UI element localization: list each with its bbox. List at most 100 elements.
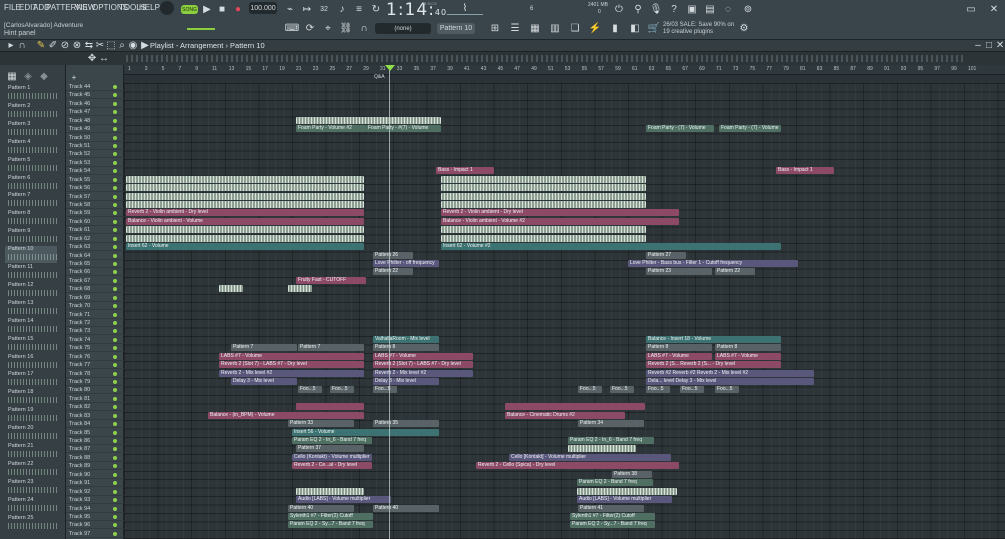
pattern-item[interactable]: Pattern 10 <box>5 246 57 264</box>
track-mute-led[interactable] <box>113 211 117 216</box>
playlist-clip[interactable] <box>296 116 441 124</box>
playlist-clip[interactable] <box>126 192 364 200</box>
track-mute-led[interactable] <box>113 354 117 359</box>
track-mute-led[interactable] <box>113 455 117 460</box>
playlist-clip[interactable]: Foam Party - #(7) - Volume <box>366 125 441 133</box>
main-pitch-slider[interactable] <box>187 28 215 30</box>
browser-icon[interactable]: ❏ <box>568 22 582 34</box>
track-mute-led[interactable] <box>113 380 117 385</box>
playlist-clip[interactable]: Insert 56 - Volume <box>292 428 439 436</box>
picker-pattern-icon[interactable]: ◈ <box>22 71 34 82</box>
wait-input-icon[interactable]: ↦ <box>300 3 314 15</box>
playlist-maximize-icon[interactable]: □ <box>985 40 993 51</box>
track-mute-led[interactable] <box>113 396 117 401</box>
playlist-clip[interactable]: Param EQ 2 - In_6 - Band 7 freq <box>568 437 654 445</box>
track-mute-led[interactable] <box>113 447 117 452</box>
save-icon[interactable]: ▣ <box>686 3 698 15</box>
snap-select[interactable]: (none) <box>375 23 431 34</box>
playlist-clip[interactable]: Sylenth1 #7 - Filter(2) Cutoff <box>288 512 373 520</box>
delete-tool-icon[interactable]: ⊘ <box>60 40 70 51</box>
news-settings-icon[interactable]: ⚙ <box>737 22 751 34</box>
pattern-item[interactable]: Pattern 7 <box>5 192 57 209</box>
playlist-close-icon[interactable]: ✕ <box>996 40 1004 51</box>
playlist-clip[interactable]: Pattern 23 <box>646 268 712 276</box>
menu-help[interactable]: HELP <box>139 3 160 12</box>
track-header[interactable]: Track 77 <box>66 361 124 370</box>
track-header[interactable]: Track 49 <box>66 125 124 134</box>
playlist-clip[interactable]: Param EQ 2 - Sy...7 - Band 7 freq <box>288 521 373 529</box>
arrangement-overview[interactable]: ✥ ↔ <box>0 52 1005 65</box>
track-header[interactable]: Track 96 <box>66 521 124 530</box>
playlist-clip[interactable] <box>441 226 646 234</box>
pattern-item[interactable]: Pattern 1 <box>5 85 57 102</box>
paint-tool-icon[interactable]: ✐ <box>48 40 58 51</box>
loop-record-icon[interactable]: ↻ <box>369 3 383 15</box>
track-mute-led[interactable] <box>113 405 117 410</box>
track-header[interactable]: Track 67 <box>66 277 124 285</box>
track-header[interactable]: Track 65 <box>66 260 124 269</box>
pattern-item[interactable]: Pattern 17 <box>5 371 57 388</box>
track-mute-led[interactable] <box>113 135 117 140</box>
track-mute-led[interactable] <box>113 219 117 224</box>
track-mute-led[interactable] <box>113 236 117 241</box>
playlist-clip[interactable]: Foo...5 <box>298 386 322 394</box>
ruler-marker[interactable]: Q&A <box>374 74 385 80</box>
track-header[interactable]: Track 84 <box>66 420 124 429</box>
track-mute-led[interactable] <box>113 253 117 258</box>
track-mute-led[interactable] <box>113 413 117 418</box>
countdown-icon[interactable]: 32 <box>317 3 331 15</box>
playlist-clip[interactable]: Param EQ 2 - In_6 - Band 7 freq <box>292 437 372 445</box>
plugin-picker-icon[interactable]: ⚡ <box>588 22 602 34</box>
arrow-left-icon[interactable]: ▶ <box>140 40 150 51</box>
playlist-clip[interactable]: Foam Party - (7) - Volume <box>646 125 714 133</box>
playlist-clip[interactable]: Pattern 26 <box>373 251 413 259</box>
track-mute-led[interactable] <box>113 127 117 132</box>
track-header[interactable]: Track 92 <box>66 488 124 496</box>
playlist-clip[interactable]: Pattern 34 <box>578 420 644 428</box>
playlist-clip[interactable]: Reverb 2 - Violin ambient - Dry level <box>126 209 364 217</box>
track-mute-led[interactable] <box>113 523 117 528</box>
playlist-clip[interactable]: Audio [LABS] - Volume multiplier <box>577 496 672 504</box>
playlist-clip[interactable] <box>441 234 646 242</box>
track-mute-led[interactable] <box>113 312 117 317</box>
playlist-grid[interactable]: Foam Party - Volume #2 Foam Party - #(7) … <box>124 83 1005 539</box>
online-icon[interactable]: ⚲ <box>632 3 644 15</box>
track-mute-led[interactable] <box>113 270 117 275</box>
playlist-clip[interactable]: Pattern 41 <box>578 504 644 512</box>
zoom-slider-icon[interactable]: ↔ <box>99 53 109 64</box>
chat-icon[interactable]: ◌ <box>722 3 734 15</box>
step-edit-icon[interactable]: ≡ <box>352 3 366 15</box>
track-mute-led[interactable] <box>113 506 117 511</box>
pattern-selector[interactable]: Pattern 10 <box>437 23 475 34</box>
keyboard-icon[interactable]: ⌨ <box>285 22 299 34</box>
picker-icon[interactable]: ✥ <box>88 53 96 64</box>
track-header[interactable]: Track 60 <box>66 218 124 226</box>
playlist-clip[interactable]: Love Philter - Bass bus - Filter 1 - Cut… <box>628 260 798 268</box>
playlist-clip[interactable] <box>126 175 364 183</box>
playlist-clip[interactable] <box>441 192 646 200</box>
track-mute-led[interactable] <box>113 203 117 208</box>
track-header[interactable]: Track 89 <box>66 462 124 471</box>
track-header[interactable]: Track 63 <box>66 243 124 252</box>
track-header[interactable]: Track 81 <box>66 395 124 403</box>
playlist-clip[interactable] <box>441 184 646 192</box>
playlist-clip[interactable]: Foo...5 <box>715 386 739 394</box>
tempo-tap-icon[interactable]: ⟳ <box>303 22 317 34</box>
tempo-display[interactable]: 100.000 <box>249 2 277 14</box>
pattern-item[interactable]: Pattern 19 <box>5 407 57 424</box>
song-position-display[interactable]: 1:14:40 <box>386 0 447 20</box>
track-header[interactable]: Track 54 <box>66 167 124 176</box>
playlist-clip[interactable]: Pattern 40 <box>288 504 354 512</box>
track-header[interactable]: Track 85 <box>66 429 124 437</box>
track-header[interactable]: Track 75 <box>66 344 124 353</box>
playlist-clip[interactable]: Reverb 2 (S... Reverb 2 (S... - Dry leve… <box>646 361 781 369</box>
track-header[interactable]: Track 97 <box>66 530 124 538</box>
master-volume-knob[interactable] <box>160 1 174 15</box>
draw-tool-icon[interactable]: ✎ <box>36 40 46 51</box>
project-icon[interactable]: ◧ <box>628 22 642 34</box>
playlist-clip[interactable] <box>126 201 364 209</box>
track-mute-led[interactable] <box>113 110 117 115</box>
track-mute-led[interactable] <box>113 304 117 309</box>
track-header[interactable]: Track 69 <box>66 294 124 302</box>
track-mute-led[interactable] <box>113 337 117 342</box>
